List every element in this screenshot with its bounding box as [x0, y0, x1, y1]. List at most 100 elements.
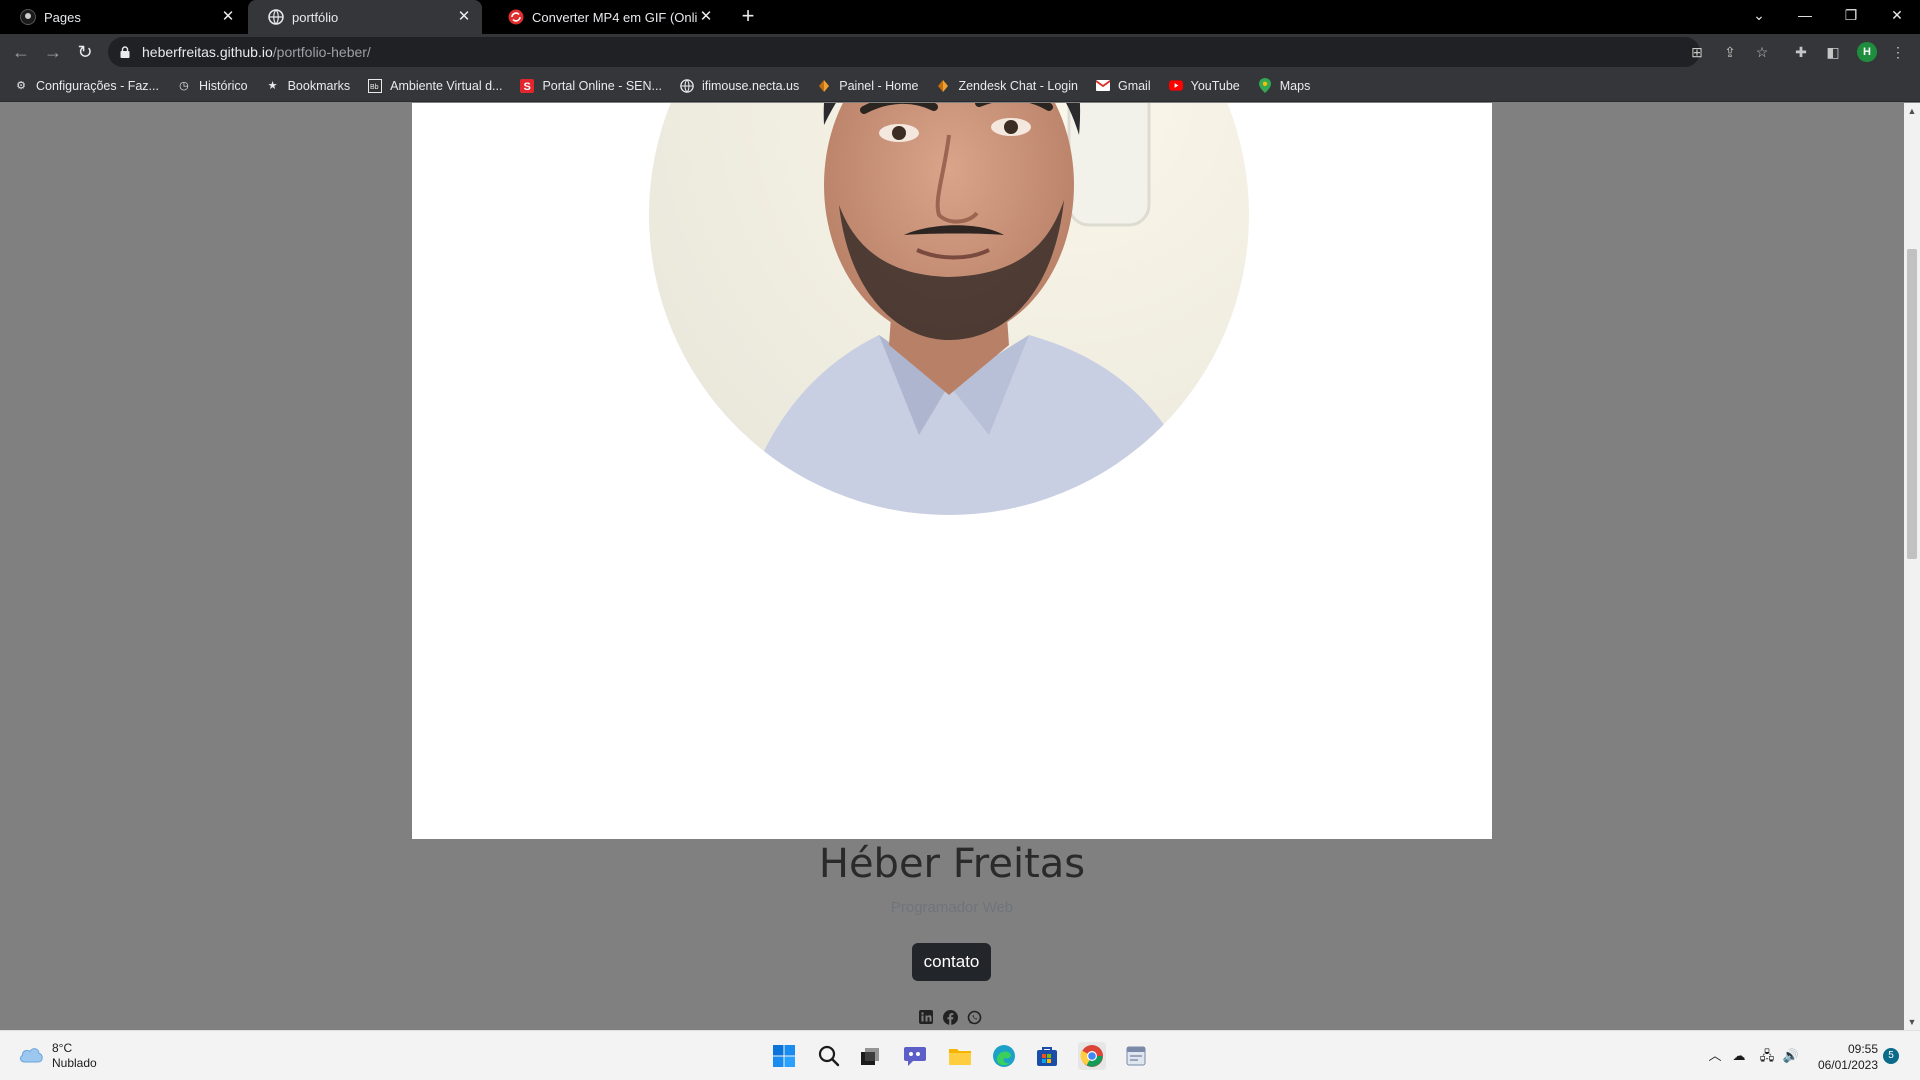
bookmark-gmail[interactable]: Gmail: [1095, 78, 1151, 93]
bookmark-label: Gmail: [1117, 78, 1151, 93]
extensions-icon[interactable]: ✚: [1792, 43, 1810, 61]
side-panel-icon[interactable]: ◧: [1824, 43, 1842, 61]
address-bar[interactable]: heberfreitas.github.io/portfolio-heber/: [108, 37, 1700, 67]
edge-icon[interactable]: [990, 1042, 1018, 1070]
bookmark-star-icon[interactable]: ☆: [1753, 43, 1771, 61]
tab-converter[interactable]: Converter MP4 em GIF (Online e ✕: [488, 0, 724, 34]
bookmark-label: Histórico: [198, 78, 248, 93]
bookmark-portal-online[interactable]: S Portal Online - SEN...: [520, 78, 662, 93]
restore-button[interactable]: ❐: [1828, 0, 1874, 30]
page-subtitle: Programador Web: [890, 899, 1014, 916]
gear-icon: ⚙: [16, 80, 26, 92]
share-icon[interactable]: ⇪: [1721, 43, 1739, 61]
lock-icon[interactable]: [120, 45, 132, 59]
youtube-icon: [1168, 79, 1183, 93]
system-clock[interactable]: 09:55 06/01/2023: [1802, 1041, 1878, 1073]
zendesk-icon: [817, 79, 831, 93]
volume-icon[interactable]: 🔊: [1782, 1047, 1800, 1065]
bookmark-bookmarks[interactable]: ★ Bookmarks: [266, 79, 350, 93]
globe-icon: [268, 9, 284, 25]
tab-pages[interactable]: Pages ✕: [0, 0, 246, 34]
bookmark-painel-home[interactable]: Painel - Home: [817, 79, 918, 93]
scroll-up-arrow-icon[interactable]: ▲: [1904, 103, 1920, 119]
task-view-icon[interactable]: [857, 1042, 885, 1070]
bookmark-ambiente-virtual[interactable]: Bb Ambiente Virtual d...: [368, 78, 503, 93]
tab-portfolio[interactable]: portfólio ✕: [248, 0, 482, 34]
bookmark-historico[interactable]: ◷ Histórico: [177, 78, 248, 93]
minimize-button[interactable]: —: [1782, 0, 1828, 30]
star-icon: ★: [267, 80, 278, 92]
windows-start-icon[interactable]: [770, 1042, 798, 1070]
bookmark-youtube[interactable]: YouTube: [1168, 78, 1240, 93]
teams-chat-icon[interactable]: [901, 1042, 929, 1070]
close-icon[interactable]: ✕: [220, 9, 236, 25]
menu-kebab-icon[interactable]: ⋮: [1889, 43, 1907, 61]
clock-time: 09:55: [1847, 1042, 1878, 1056]
profile-photo: [649, 103, 1249, 515]
windows-taskbar: 8°C Nublado ︿ ☁ 🖧 🔊 09:55 06/01/2023 5: [0, 1030, 1920, 1080]
bookmark-zendesk-chat[interactable]: Zendesk Chat - Login: [936, 79, 1078, 93]
svg-text:S: S: [524, 81, 531, 93]
bookmark-label: Portal Online - SEN...: [542, 78, 662, 93]
profile-avatar[interactable]: H: [1857, 42, 1877, 62]
show-hidden-icons-chevron-icon[interactable]: ︿: [1706, 1047, 1724, 1065]
bookmark-label: Ambiente Virtual d...: [390, 78, 503, 93]
bookmark-label: Zendesk Chat - Login: [958, 78, 1078, 93]
chrome-icon[interactable]: [1078, 1042, 1106, 1070]
bookmarks-bar: ⚙ Configurações - Faz... ◷ Histórico ★ B…: [0, 70, 1920, 102]
tab-title: portfólio: [292, 9, 339, 25]
bookmark-label: YouTube: [1190, 78, 1240, 93]
tab-title: Converter MP4 em GIF (Online e: [532, 9, 698, 25]
weather-widget[interactable]: 8°C Nublado: [18, 1041, 97, 1071]
bookmark-label: Painel - Home: [839, 78, 919, 93]
notification-badge[interactable]: 5: [1883, 1048, 1899, 1064]
scrollbar-thumb[interactable]: [1907, 249, 1917, 559]
new-tab-button[interactable]: +: [737, 5, 759, 28]
close-icon[interactable]: ✕: [456, 9, 472, 25]
whatsapp-icon[interactable]: [966, 1009, 982, 1025]
page-viewport: Héber Freitas Programador Web contato: [0, 103, 1904, 1030]
svg-text:Bb: Bb: [370, 84, 379, 91]
contact-button[interactable]: contato: [912, 943, 991, 981]
browser-toolbar: ← → ↻ heberfreitas.github.io/portfolio-h…: [0, 34, 1920, 70]
clock-date: 06/01/2023: [1817, 1058, 1878, 1072]
weather-temperature: 8°C: [52, 1041, 73, 1055]
forward-arrow-icon[interactable]: →: [41, 40, 65, 64]
facebook-icon[interactable]: [942, 1009, 958, 1025]
url-path: /portfolio-heber/: [272, 44, 371, 60]
s-logo-icon: S: [520, 78, 535, 93]
maps-icon: [1258, 78, 1272, 93]
hero-section: [412, 103, 1492, 839]
tab-title: Pages: [44, 9, 81, 25]
zendesk-icon: [936, 79, 950, 93]
app-window-icon[interactable]: [1122, 1042, 1150, 1070]
file-explorer-icon[interactable]: [946, 1042, 974, 1070]
url-host: heberfreitas.github.io: [142, 44, 273, 60]
weather-description: Nublado: [52, 1056, 97, 1070]
microsoft-store-icon[interactable]: [1033, 1042, 1061, 1070]
translate-icon[interactable]: ⊞: [1688, 43, 1706, 61]
linkedin-icon[interactable]: [918, 1009, 934, 1025]
bookmark-maps[interactable]: Maps: [1258, 78, 1311, 93]
page-scrollbar[interactable]: ▲ ▼: [1904, 103, 1920, 1030]
close-window-button[interactable]: ✕: [1874, 0, 1920, 30]
github-icon: [20, 9, 36, 25]
bookmark-label: ifimouse.necta.us: [701, 78, 800, 93]
tab-strip: Pages ✕ portfólio ✕ Converter MP4 em GIF…: [0, 0, 1920, 34]
reload-icon[interactable]: ↻: [73, 40, 97, 64]
social-links: [918, 1009, 982, 1025]
page-title: Héber Freitas: [818, 841, 1086, 887]
onedrive-cloud-icon[interactable]: ☁: [1730, 1047, 1748, 1065]
scroll-down-arrow-icon[interactable]: ▼: [1904, 1014, 1920, 1030]
search-icon[interactable]: [815, 1042, 843, 1070]
network-icon[interactable]: 🖧: [1758, 1047, 1776, 1065]
close-icon[interactable]: ✕: [698, 9, 714, 25]
back-arrow-icon[interactable]: ←: [9, 40, 33, 64]
bookmark-ifimouse[interactable]: ifimouse.necta.us: [680, 79, 799, 93]
bookmark-configuracoes[interactable]: ⚙ Configurações - Faz...: [14, 79, 159, 93]
tab-search-icon[interactable]: ⌄: [1736, 0, 1782, 30]
history-icon: ◷: [179, 80, 189, 92]
bookmark-label: Maps: [1279, 78, 1311, 93]
bb-icon: Bb: [368, 78, 383, 93]
convert-icon: [508, 9, 524, 25]
